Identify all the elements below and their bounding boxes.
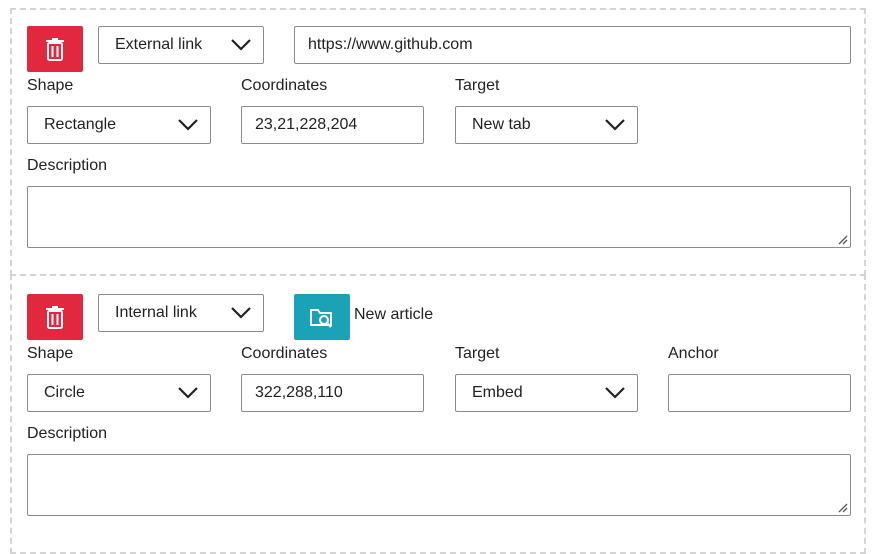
chevron-down-icon (605, 119, 625, 131)
coordinates-input[interactable]: 23,21,228,204 (241, 106, 424, 144)
trash-icon (46, 306, 64, 329)
shape-select[interactable]: Rectangle (27, 106, 211, 144)
anchor-label: Anchor (668, 345, 719, 362)
shape-label: Shape (27, 345, 74, 362)
target-value: Embed (472, 384, 523, 401)
target-label: Target (455, 345, 500, 362)
anchor-input[interactable] (668, 374, 851, 412)
link-type-select[interactable]: Internal link (98, 294, 264, 332)
article-name: New article (354, 306, 434, 323)
delete-area-button[interactable] (27, 294, 83, 340)
shape-label: Shape (27, 77, 74, 94)
shape-value: Circle (44, 384, 85, 401)
chevron-down-icon (178, 119, 198, 131)
url-input[interactable]: https://www.github.com (294, 26, 851, 64)
coordinates-input[interactable]: 322,288,110 (241, 374, 424, 412)
target-select[interactable]: New tab (455, 106, 638, 144)
resize-grip-icon[interactable] (836, 233, 848, 245)
folder-search-icon (310, 309, 332, 328)
target-label: Target (455, 77, 500, 94)
browse-article-button[interactable] (294, 294, 350, 340)
shape-value: Rectangle (44, 116, 117, 133)
link-type-value: External link (115, 36, 203, 53)
link-type-select[interactable]: External link (98, 26, 264, 64)
description-textarea[interactable] (27, 454, 851, 516)
target-value: New tab (472, 116, 531, 133)
shape-select[interactable]: Circle (27, 374, 211, 412)
chevron-down-icon (178, 387, 198, 399)
description-textarea[interactable] (27, 186, 851, 248)
description-label: Description (27, 425, 108, 442)
delete-area-button[interactable] (27, 26, 83, 72)
link-type-value: Internal link (115, 304, 197, 321)
coordinates-label: Coordinates (241, 345, 328, 362)
trash-icon (46, 38, 64, 61)
description-label: Description (27, 157, 108, 174)
target-select[interactable]: Embed (455, 374, 638, 412)
resize-grip-icon[interactable] (836, 501, 848, 513)
coordinates-label: Coordinates (241, 77, 328, 94)
chevron-down-icon (231, 39, 251, 51)
chevron-down-icon (605, 387, 625, 399)
chevron-down-icon (231, 307, 251, 319)
